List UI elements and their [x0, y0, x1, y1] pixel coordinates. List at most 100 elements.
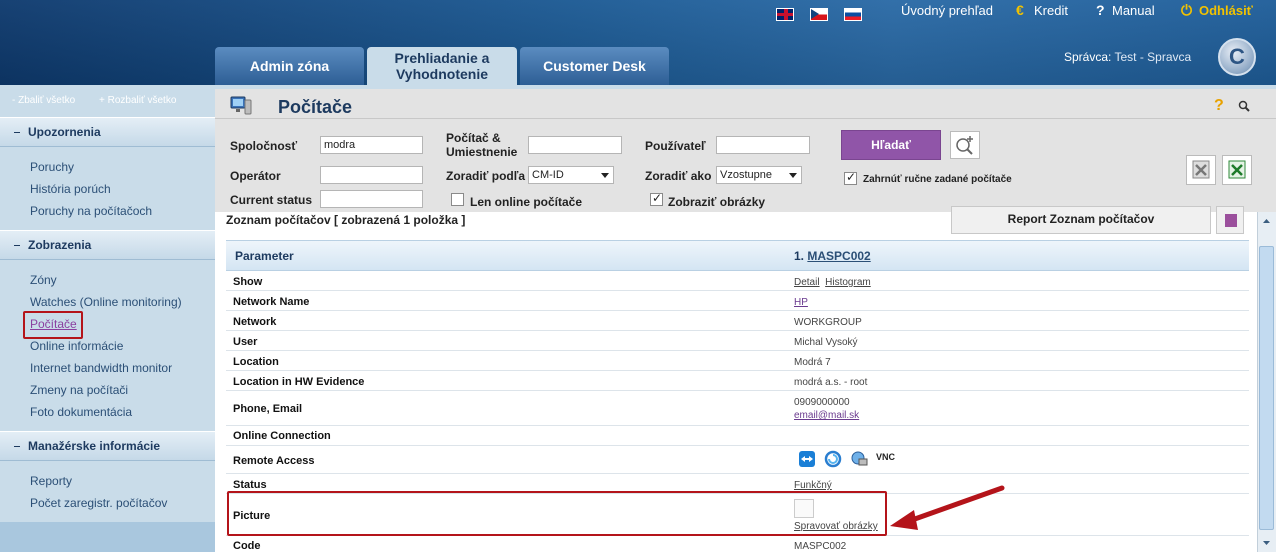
table-row: [226, 271, 1249, 291]
export-excel-button[interactable]: [1222, 155, 1252, 185]
euro-icon: €: [1016, 2, 1024, 18]
list-title: Zoznam počítačov [ zobrazená 1 položka ]: [226, 213, 465, 227]
sort-as-label: Zoradiť ako: [645, 169, 712, 183]
search-button[interactable]: Hľadať: [841, 130, 941, 160]
table-row: [226, 331, 1249, 351]
sidebar-item-zones[interactable]: Zóny: [30, 273, 57, 287]
row-label-online: Online Connection: [233, 430, 331, 442]
highlight-frame: [23, 311, 83, 339]
tab-customer-desk[interactable]: Customer Desk: [520, 47, 669, 85]
sidebar-section-views[interactable]: Zobrazenia: [0, 230, 215, 260]
advanced-search-button[interactable]: [950, 131, 980, 159]
row-value-hw-location: modrá a.s. - root: [794, 377, 868, 388]
table-header: [226, 240, 1249, 271]
online-only-checkbox[interactable]: [451, 193, 464, 206]
collapse-all-link[interactable]: - Zbaliť všetko: [12, 95, 75, 106]
sort-by-select[interactable]: CM-ID: [528, 166, 614, 184]
table-row: [226, 311, 1249, 331]
sort-by-label: Zoradiť podľa: [446, 169, 526, 183]
logout-link[interactable]: Odhlásiť: [1199, 4, 1253, 18]
sort-as-select[interactable]: Vzostupne: [716, 166, 802, 184]
remote-desktop-icon[interactable]: [824, 450, 842, 468]
collapse-dash-icon: [14, 446, 20, 448]
scroll-up-icon[interactable]: [1258, 213, 1275, 230]
computer-label-line2: Umiestnenie: [446, 145, 518, 159]
admin-label: Správca:: [1064, 50, 1112, 64]
manual-link[interactable]: Manual: [1112, 4, 1155, 18]
email-link[interactable]: email@mail.sk: [794, 410, 859, 421]
app-logo[interactable]: C: [1218, 38, 1256, 76]
sidebar-section-title: Manažérske informácie: [28, 439, 161, 453]
flag-cz-icon[interactable]: [810, 8, 828, 21]
teamviewer-icon[interactable]: [798, 450, 816, 468]
histogram-link[interactable]: Histogram: [825, 277, 871, 288]
operator-label: Operátor: [230, 169, 281, 183]
scroll-down-icon[interactable]: [1258, 535, 1275, 552]
include-manual-checkbox[interactable]: [844, 170, 857, 185]
flag-sk-icon[interactable]: [844, 8, 862, 21]
show-images-checkbox[interactable]: [650, 191, 663, 206]
row-label-network-name: Network Name: [233, 296, 310, 308]
overview-link[interactable]: Úvodný prehľad: [901, 4, 993, 18]
sidebar-section-title: Upozornenia: [28, 125, 101, 139]
highlight-frame: [227, 491, 887, 536]
sidebar-item-watches[interactable]: Watches (Online monitoring): [30, 295, 182, 309]
credit-link[interactable]: Kredit: [1034, 4, 1068, 18]
row-label-user: User: [233, 336, 258, 348]
sidebar-section-management[interactable]: Manažérske informácie: [0, 431, 215, 461]
include-manual-label: Zahrnúť ručne zadané počítače: [863, 174, 1012, 185]
collapse-dash-icon: [14, 132, 20, 134]
user-input[interactable]: [716, 136, 810, 154]
flag-en-icon[interactable]: [776, 8, 794, 21]
status-label: Current status: [230, 193, 313, 207]
computer-input[interactable]: [528, 136, 622, 154]
status-value-link[interactable]: Funkčný: [794, 480, 832, 491]
row-value-phone: 0909000000: [794, 397, 850, 408]
row-value-user: Michal Vysoký: [794, 337, 858, 348]
admin-info: Správca: Test - Spravca: [1064, 50, 1191, 64]
row-label-hw-location: Location in HW Evidence: [233, 376, 365, 388]
user-label: Používateľ: [645, 139, 706, 153]
row-label-location: Location: [233, 356, 279, 368]
network-computer-icon[interactable]: [850, 450, 868, 468]
table-row: [226, 446, 1249, 474]
search-icon[interactable]: [1238, 100, 1250, 112]
expand-all-link[interactable]: + Rozbaliť všetko: [99, 95, 176, 106]
sidebar-item-online-info[interactable]: Online informácie: [30, 339, 123, 353]
question-icon: ?: [1096, 2, 1105, 18]
table-row: [226, 426, 1249, 446]
detail-link[interactable]: Detail: [794, 277, 820, 288]
header-parameter: Parameter: [235, 249, 294, 263]
header-number: 1.: [794, 249, 805, 263]
row-label-remote: Remote Access: [233, 455, 315, 467]
sidebar-item-bandwidth[interactable]: Internet bandwidth monitor: [30, 361, 172, 375]
help-icon[interactable]: ?: [1214, 97, 1224, 115]
computer-label-line1: Počítač &: [446, 131, 501, 145]
network-name-link[interactable]: HP: [794, 297, 808, 308]
report-save-button[interactable]: [1216, 206, 1244, 234]
row-value-show: Detail Histogram: [794, 277, 871, 288]
collapse-dash-icon: [14, 245, 20, 247]
sidebar-item-changes[interactable]: Zmeny na počítači: [30, 383, 128, 397]
row-label-show: Show: [233, 276, 263, 288]
sidebar-item-faults[interactable]: Poruchy: [30, 160, 74, 174]
export-excel-disabled-button[interactable]: [1186, 155, 1216, 185]
excel-icon: [1228, 160, 1246, 179]
sidebar-item-photo-doc[interactable]: Foto dokumentácia: [30, 405, 132, 419]
tab-admin-zone[interactable]: Admin zóna: [215, 47, 364, 85]
scrollbar-thumb[interactable]: [1259, 246, 1274, 530]
vnc-link[interactable]: VNC: [876, 452, 895, 462]
sidebar-item-reports[interactable]: Reporty: [30, 474, 72, 488]
sidebar-section-alerts[interactable]: Upozornenia: [0, 117, 215, 147]
sidebar-item-computer-faults[interactable]: Poruchy na počítačoch: [30, 204, 152, 218]
sidebar-item-fault-history[interactable]: História porúch: [30, 182, 111, 196]
header-computer: 1. MASPC002: [794, 249, 871, 263]
tab-review[interactable]: Prehliadanie a Vyhodnotenie: [367, 47, 517, 85]
company-input[interactable]: modra: [320, 136, 423, 154]
operator-input[interactable]: [320, 166, 423, 184]
report-button[interactable]: Report Zoznam počítačov: [951, 206, 1211, 234]
show-images-label: Zobraziť obrázky: [668, 195, 766, 209]
sidebar-item-registered-count[interactable]: Počet zaregistr. počítačov: [30, 496, 167, 510]
status-input[interactable]: [320, 190, 423, 208]
computer-link[interactable]: MASPC002: [807, 249, 870, 263]
